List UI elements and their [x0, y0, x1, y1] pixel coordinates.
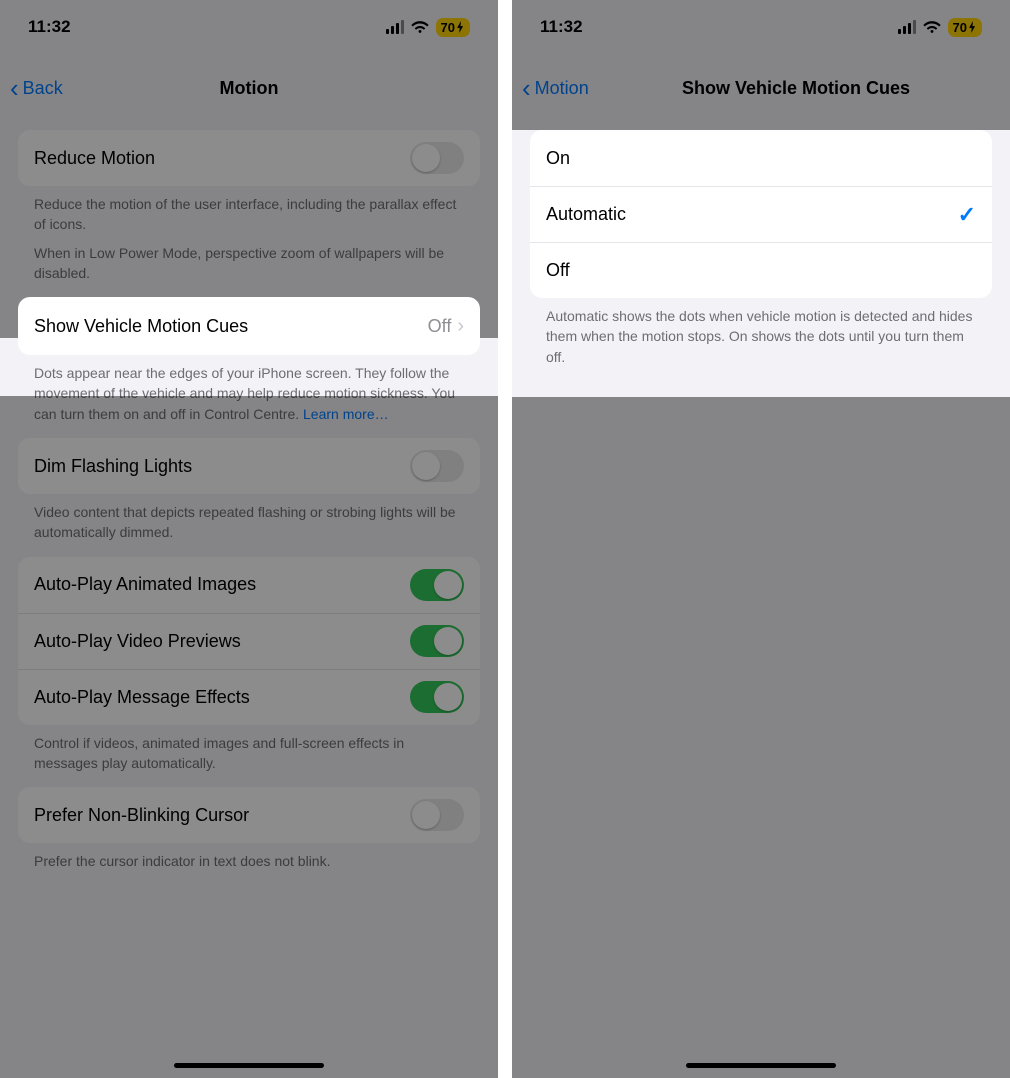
battery-indicator: 70 — [436, 18, 470, 37]
status-time: 11:32 — [540, 17, 583, 37]
status-bar: 11:32 70 — [512, 0, 1010, 54]
option-off[interactable]: Off — [530, 242, 992, 298]
vehicle-cues-row[interactable]: Show Vehicle Motion Cues Off › — [18, 297, 480, 355]
autoplay-images-label: Auto-Play Animated Images — [34, 574, 410, 595]
options-footer: Automatic shows the dots when vehicle mo… — [546, 306, 976, 367]
back-button[interactable]: ‹ Back — [10, 60, 63, 116]
option-on-label: On — [546, 148, 976, 169]
dim-flashing-switch[interactable] — [410, 450, 464, 482]
autoplay-images-row[interactable]: Auto-Play Animated Images — [18, 557, 480, 613]
autoplay-video-label: Auto-Play Video Previews — [34, 631, 410, 652]
back-label: Back — [23, 78, 63, 99]
cellular-icon — [386, 20, 404, 34]
checkmark-icon: ✓ — [958, 202, 976, 228]
cellular-icon — [898, 20, 916, 34]
chevron-left-icon: ‹ — [522, 75, 531, 101]
option-on[interactable]: On — [530, 130, 992, 186]
non-blinking-switch[interactable] — [410, 799, 464, 831]
page-title: Show Vehicle Motion Cues — [682, 78, 910, 99]
vehicle-cues-label: Show Vehicle Motion Cues — [34, 316, 428, 337]
dim-flashing-footer: Video content that depicts repeated flas… — [34, 502, 464, 543]
learn-more-link[interactable]: Learn more… — [303, 406, 389, 422]
nav-bar: ‹ Motion Show Vehicle Motion Cues — [512, 60, 1010, 116]
vehicle-cues-footer: Dots appear near the edges of your iPhon… — [34, 363, 464, 424]
low-power-footer: When in Low Power Mode, perspective zoom… — [34, 243, 464, 284]
reduce-motion-switch[interactable] — [410, 142, 464, 174]
non-blinking-row[interactable]: Prefer Non-Blinking Cursor — [18, 787, 480, 843]
autoplay-effects-row[interactable]: Auto-Play Message Effects — [18, 669, 480, 725]
dim-flashing-label: Dim Flashing Lights — [34, 456, 410, 477]
nav-bar: ‹ Back Motion — [0, 60, 498, 116]
phone-motion-settings: 11:32 70 ‹ Back Motion Reduce Motion — [0, 0, 498, 1078]
home-indicator[interactable] — [686, 1063, 836, 1068]
chevron-left-icon: ‹ — [10, 75, 19, 101]
wifi-icon — [923, 20, 941, 34]
page-title: Motion — [220, 78, 279, 99]
dim-flashing-row[interactable]: Dim Flashing Lights — [18, 438, 480, 494]
autoplay-images-switch[interactable] — [410, 569, 464, 601]
option-automatic-label: Automatic — [546, 204, 958, 225]
status-right: 70 — [898, 18, 982, 37]
status-time: 11:32 — [28, 17, 71, 37]
chevron-right-icon: › — [457, 315, 464, 338]
reduce-motion-label: Reduce Motion — [34, 148, 410, 169]
home-indicator[interactable] — [174, 1063, 324, 1068]
vehicle-cues-options: On Automatic ✓ Off Automatic shows the d… — [512, 130, 1010, 397]
wifi-icon — [411, 20, 429, 34]
autoplay-effects-label: Auto-Play Message Effects — [34, 687, 410, 708]
reduce-motion-footer: Reduce the motion of the user interface,… — [34, 194, 464, 235]
battery-indicator: 70 — [948, 18, 982, 37]
non-blinking-label: Prefer Non-Blinking Cursor — [34, 805, 410, 826]
autoplay-video-row[interactable]: Auto-Play Video Previews — [18, 613, 480, 669]
motion-settings-list: Reduce Motion Reduce the motion of the u… — [0, 120, 498, 1078]
status-right: 70 — [386, 18, 470, 37]
non-blinking-footer: Prefer the cursor indicator in text does… — [34, 851, 464, 871]
reduce-motion-row[interactable]: Reduce Motion — [18, 130, 480, 186]
phone-vehicle-cues-detail: 11:32 70 ‹ Motion Show Vehicle Motion Cu… — [512, 0, 1010, 1078]
status-bar: 11:32 70 — [0, 0, 498, 54]
vehicle-cues-group: Show Vehicle Motion Cues Off › — [18, 297, 480, 355]
autoplay-video-switch[interactable] — [410, 625, 464, 657]
autoplay-footer: Control if videos, animated images and f… — [34, 733, 464, 774]
option-automatic[interactable]: Automatic ✓ — [530, 186, 992, 242]
back-button[interactable]: ‹ Motion — [522, 60, 589, 116]
option-off-label: Off — [546, 260, 976, 281]
vehicle-cues-value: Off — [428, 316, 452, 337]
autoplay-effects-switch[interactable] — [410, 681, 464, 713]
back-label: Motion — [535, 78, 589, 99]
